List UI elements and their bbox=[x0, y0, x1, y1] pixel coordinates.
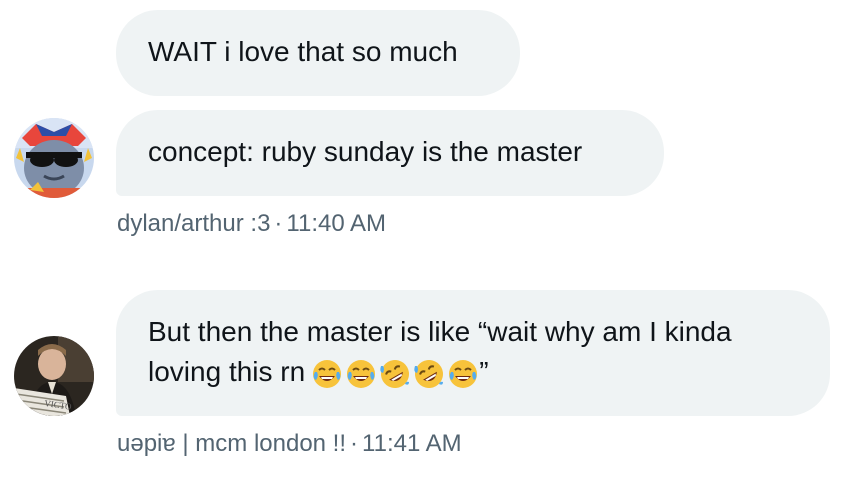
avatar[interactable] bbox=[14, 118, 94, 198]
emoji-row bbox=[311, 358, 479, 390]
cartoon-character-sunglasses-avatar-icon bbox=[14, 118, 94, 198]
message-text: WAIT i love that so much bbox=[148, 36, 458, 67]
message-bubble-2[interactable]: concept: ruby sunday is the master bbox=[116, 110, 664, 196]
avatar[interactable]: VICTO bbox=[14, 336, 94, 416]
timestamp: 11:41 AM bbox=[362, 430, 462, 457]
message-text-line-1: But then the master is like “wait why am… bbox=[148, 316, 732, 347]
timestamp: 11:40 AM bbox=[286, 210, 387, 237]
message-meta: dylan/arthur :3 · 11:40 AM bbox=[117, 210, 386, 238]
message-meta: uəpiɐ | mcm london !! · 11:41 AM bbox=[117, 430, 462, 458]
message-bubble-1[interactable]: WAIT i love that so much bbox=[116, 10, 520, 96]
sender-name[interactable]: uəpiɐ | mcm london !! bbox=[117, 430, 346, 457]
message-text-line-2-text: loving this rn bbox=[148, 356, 306, 387]
closing-quote: ” bbox=[479, 356, 489, 387]
sender-name[interactable]: dylan/arthur :3 bbox=[117, 210, 270, 237]
rofl-emoji-icon bbox=[379, 358, 411, 390]
message-text: concept: ruby sunday is the master bbox=[148, 136, 583, 167]
joy-emoji-icon bbox=[447, 358, 479, 390]
message-bubble-3[interactable]: But then the master is like “wait why am… bbox=[116, 290, 830, 416]
rofl-emoji-icon bbox=[413, 358, 445, 390]
message-text-line-2: loving this rn ” bbox=[148, 352, 798, 392]
separator: · bbox=[350, 430, 359, 457]
joy-emoji-icon bbox=[311, 358, 343, 390]
dm-thread: WAIT i love that so much concept: ruby s… bbox=[0, 0, 856, 488]
joy-emoji-icon bbox=[345, 358, 377, 390]
separator: · bbox=[274, 210, 283, 237]
newspaper-man-avatar-icon: VICTO bbox=[14, 336, 94, 416]
